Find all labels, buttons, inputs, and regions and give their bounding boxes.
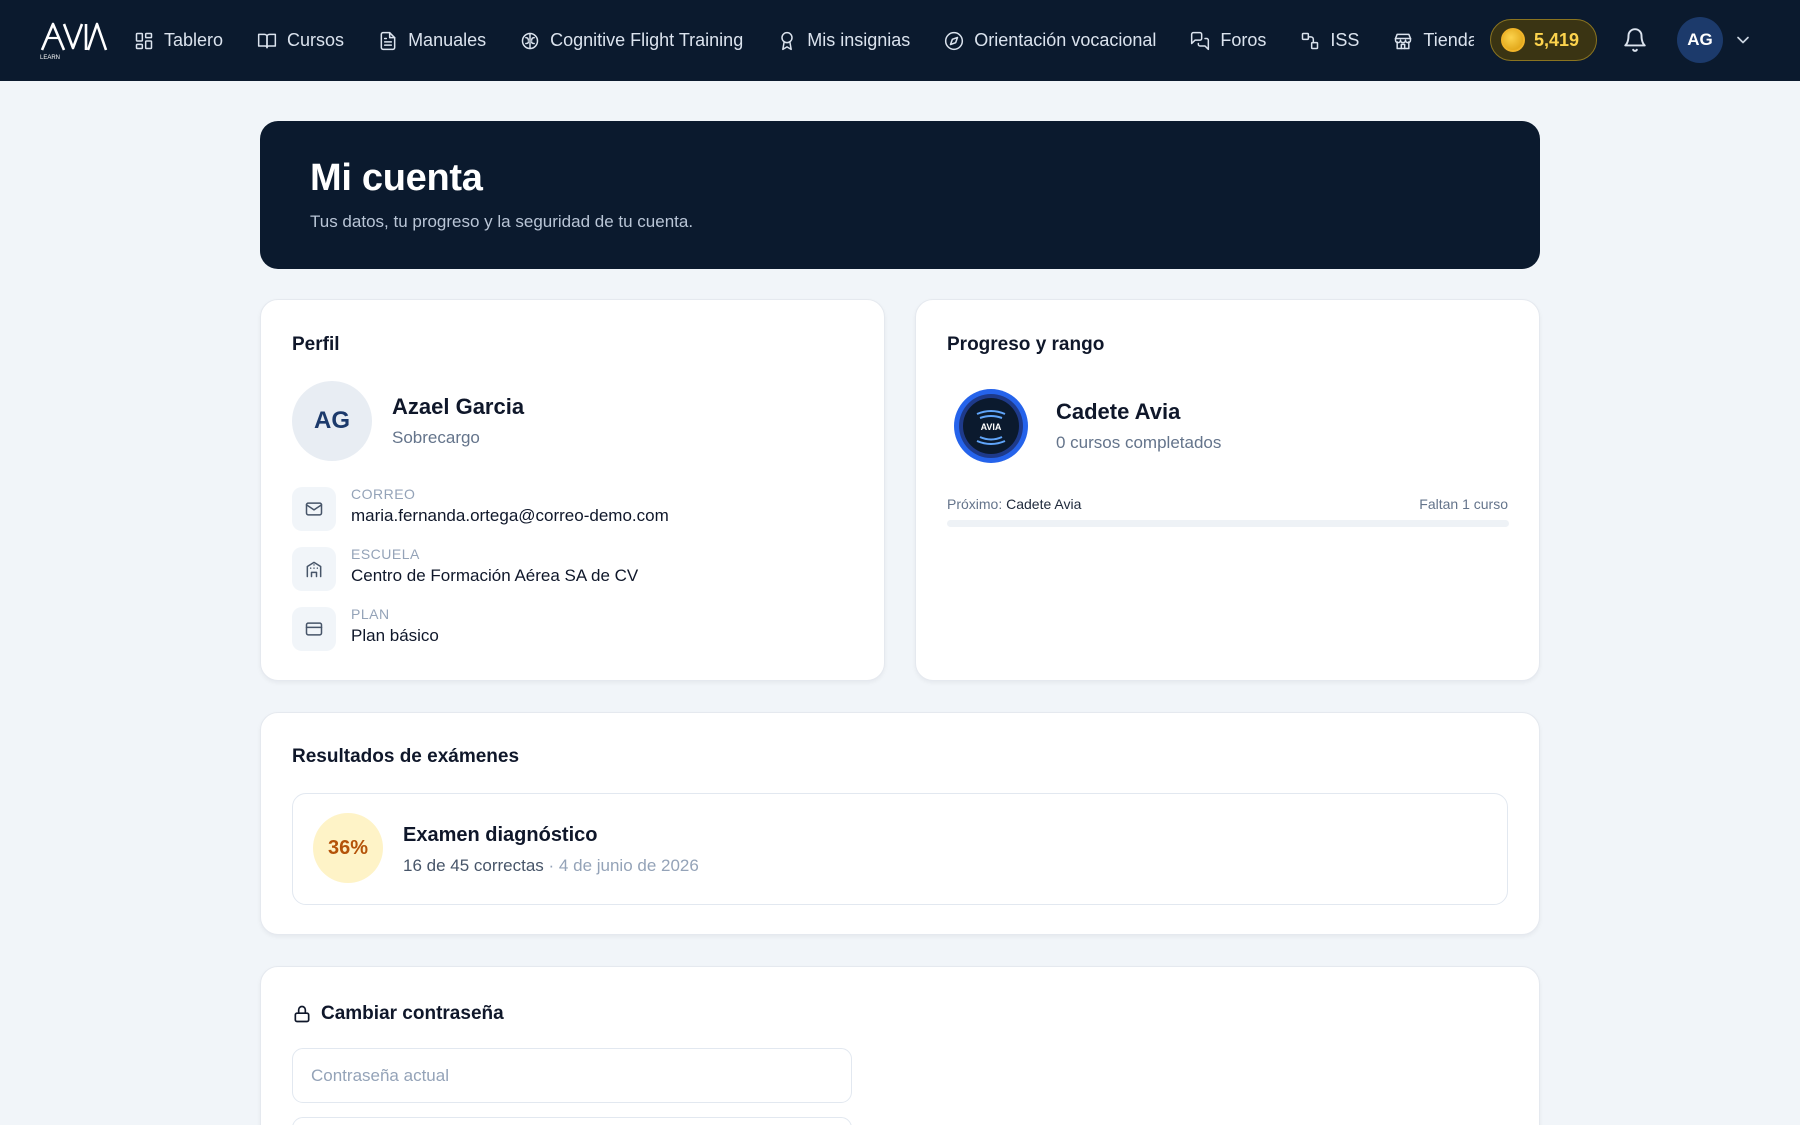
exam-meta: 16 de 45 correctas · 4 de junio de 2026 <box>403 856 699 876</box>
brain-icon <box>521 32 539 49</box>
current-password-input[interactable] <box>292 1048 852 1103</box>
nav-item-label: Cursos <box>287 30 345 50</box>
nav-item-tienda[interactable]: Tienda <box>1393 30 1474 51</box>
profile-card: Perfil AG Azael Garcia Sobrecargo CORREO… <box>260 299 885 681</box>
nav-item-iss[interactable]: ISS <box>1300 30 1359 51</box>
rank-badge-text: AVIA <box>981 422 1002 432</box>
next-rank: Próximo: Cadete Avia <box>947 496 1081 512</box>
nav-item-cognitive-flight-training[interactable]: Cognitive Flight Training <box>520 30 743 51</box>
exam-result-item[interactable]: 36% Examen diagnóstico 16 de 45 correcta… <box>292 793 1508 905</box>
nav-item-cursos[interactable]: Cursos <box>257 30 344 51</box>
rank-badge-icon: AVIA <box>954 389 1028 463</box>
file-text-icon <box>380 31 396 50</box>
change-password-title: Cambiar contraseña <box>292 1003 504 1025</box>
page-title: Mi cuenta <box>310 157 483 199</box>
nav-item-label: Tablero <box>164 30 224 50</box>
nav-item-orientacion-vocacional[interactable]: Orientación vocacional <box>944 30 1156 51</box>
field-value: Centro de Formación Aérea SA de CV <box>351 566 639 585</box>
notifications-button[interactable] <box>1622 27 1648 53</box>
page-header: Mi cuenta Tus datos, tu progreso y la se… <box>260 121 1540 269</box>
coin-balance[interactable]: 5,419 <box>1490 19 1597 61</box>
store-icon <box>1395 33 1412 49</box>
profile-name: Azael Garcia <box>392 394 525 419</box>
profile-field-school: ESCUELA Centro de Formación Aérea SA de … <box>292 546 639 591</box>
nav-menu: Tablero Cursos Manuales Cognitive Flight… <box>134 0 1474 81</box>
field-label: PLAN <box>351 606 390 622</box>
svg-text:LEARN: LEARN <box>40 55 60 60</box>
field-label: CORREO <box>351 486 416 502</box>
exam-results-title: Resultados de exámenes <box>292 746 520 767</box>
chevron-down-icon <box>1737 36 1749 44</box>
progress-card-title: Progreso y rango <box>947 334 1105 355</box>
messages-icon <box>1191 31 1210 50</box>
satellite-icon <box>1302 32 1319 49</box>
profile-avatar: AG <box>292 381 372 461</box>
exam-name: Examen diagnóstico <box>403 824 598 846</box>
user-avatar-button[interactable]: AG <box>1677 17 1723 63</box>
field-label: ESCUELA <box>351 546 420 562</box>
courses-remaining: Faltan 1 curso <box>1419 496 1508 512</box>
nav-item-label: Cognitive Flight Training <box>550 30 744 50</box>
field-value: Plan básico <box>351 626 439 645</box>
award-icon <box>781 31 793 50</box>
rank-name: Cadete Avia <box>1056 399 1181 424</box>
change-password-label: Cambiar contraseña <box>321 1003 504 1024</box>
exam-date: · 4 de junio de 2026 <box>548 856 699 875</box>
nav-item-label: Tienda <box>1423 30 1474 50</box>
exam-correct-count: 16 de 45 correctas <box>403 856 544 875</box>
nav-item-label: Foros <box>1220 30 1267 50</box>
page-subtitle: Tus datos, tu progreso y la seguridad de… <box>310 212 694 231</box>
nav-item-tablero[interactable]: Tablero <box>134 30 223 51</box>
lock-icon <box>294 1005 310 1023</box>
exam-score-badge: 36% <box>313 813 383 883</box>
rank-progress-bar <box>947 520 1509 527</box>
profile-field-email: CORREO maria.fernanda.ortega@correo-demo… <box>292 486 669 531</box>
profile-role: Sobrecargo <box>392 428 480 447</box>
field-value: maria.fernanda.ortega@correo-demo.com <box>351 506 669 525</box>
coin-icon <box>1501 28 1525 52</box>
nav-item-foros[interactable]: Foros <box>1190 30 1266 51</box>
new-password-input[interactable] <box>292 1117 852 1125</box>
grid-icon <box>135 32 153 49</box>
profile-field-plan: PLAN Plan básico <box>292 606 439 651</box>
change-password-card: Cambiar contraseña <box>260 966 1540 1125</box>
book-open-icon <box>257 33 277 48</box>
nav-item-label: ISS <box>1330 30 1360 50</box>
user-menu-toggle[interactable] <box>1733 30 1753 50</box>
building-icon <box>306 561 322 578</box>
bell-icon <box>1624 28 1646 52</box>
next-rank-value: Cadete Avia <box>1006 496 1082 512</box>
avia-logo[interactable]: LEARN <box>38 18 108 60</box>
nav-item-label: Orientación vocacional <box>974 30 1157 50</box>
nav-item-label: Mis insignias <box>807 30 911 50</box>
nav-item-manuales[interactable]: Manuales <box>378 30 486 51</box>
compass-icon <box>945 31 964 50</box>
coin-balance-value: 5,419 <box>1534 29 1580 50</box>
profile-card-title: Perfil <box>292 334 340 355</box>
exam-results-card: Resultados de exámenes 36% Examen diagnó… <box>260 712 1540 935</box>
mail-icon <box>305 502 323 516</box>
top-navbar: LEARN Tablero Cursos Manuales Cognitive … <box>0 0 1800 81</box>
nav-item-mis-insignias[interactable]: Mis insignias <box>777 30 910 51</box>
credit-card-icon <box>305 622 323 636</box>
next-rank-label: Próximo: <box>947 496 1003 512</box>
progress-card: Progreso y rango AVIA Cadete Avia 0 curs… <box>915 299 1540 681</box>
nav-item-label: Manuales <box>408 30 487 50</box>
courses-completed: 0 cursos completados <box>1056 433 1222 452</box>
